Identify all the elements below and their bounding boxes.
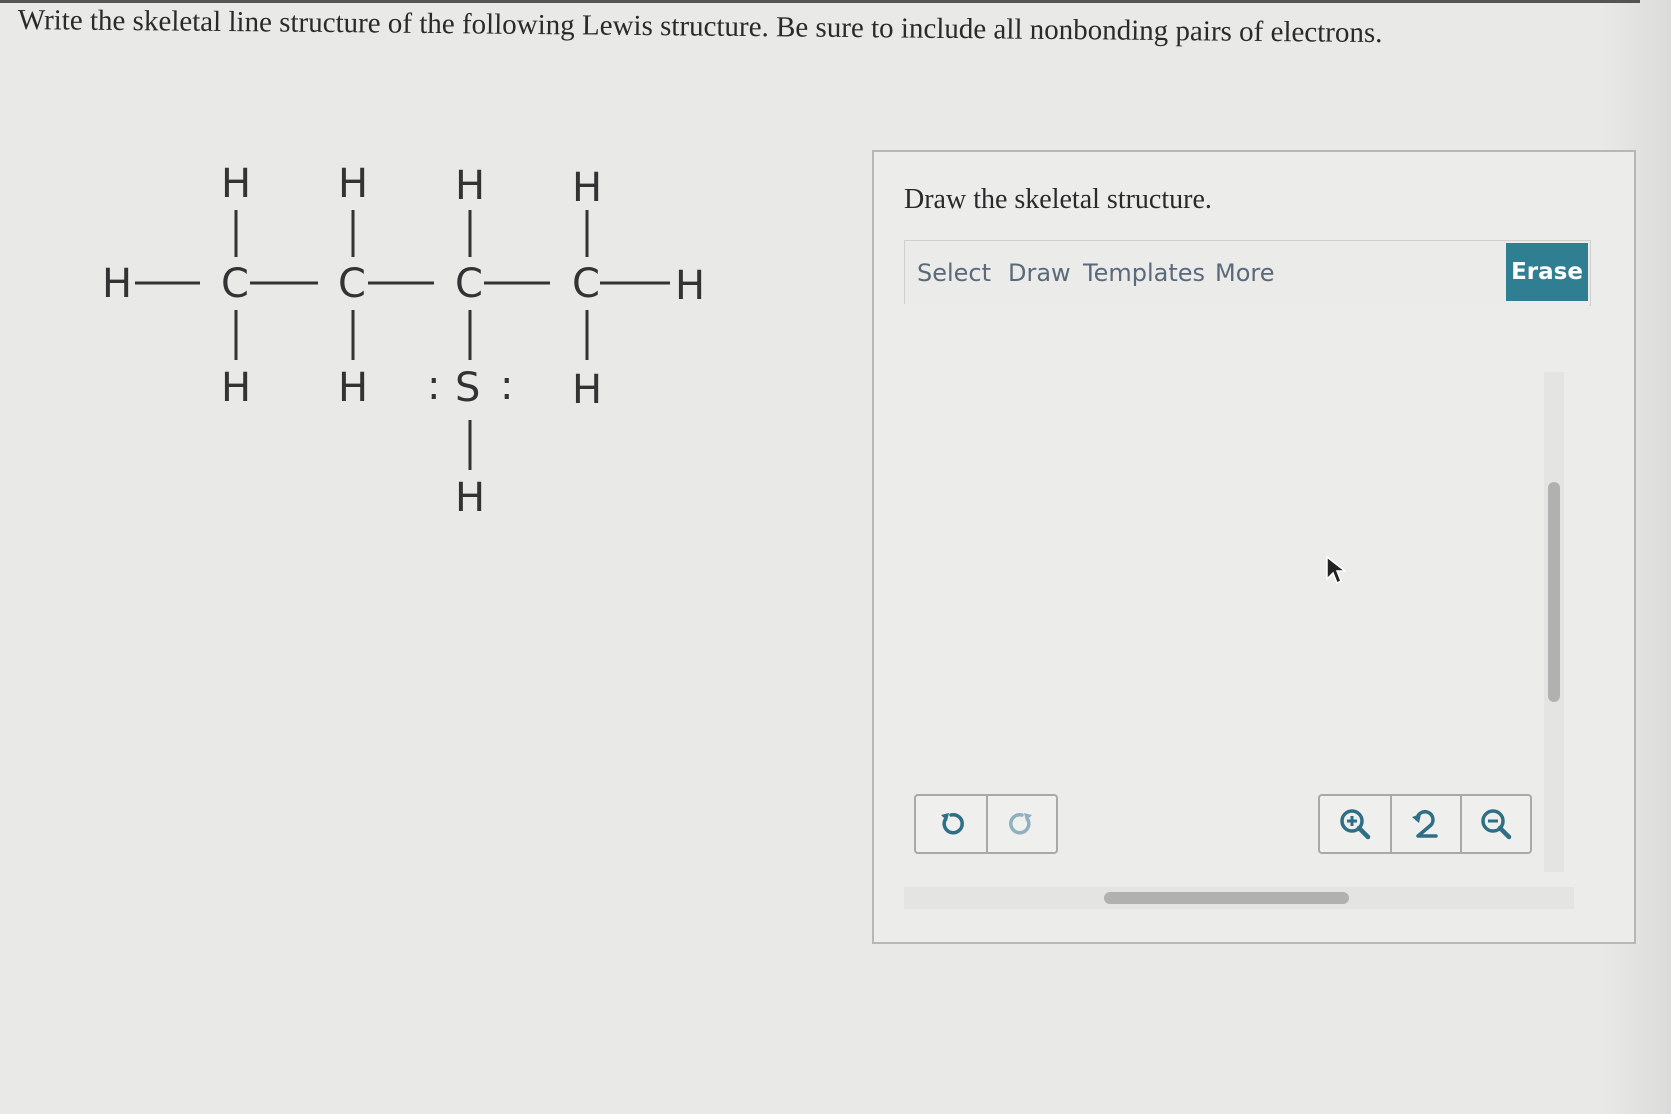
zoom-in-button[interactable]	[1320, 796, 1390, 852]
history-controls	[914, 794, 1058, 854]
lone-pair-left: :	[427, 363, 440, 409]
templates-tool[interactable]: Templates	[1083, 259, 1205, 287]
atom-h-bottom-2: H	[338, 365, 368, 411]
vertical-scrollbar[interactable]	[1544, 372, 1564, 872]
zoom-in-icon	[1340, 809, 1371, 840]
redo-icon	[1009, 812, 1032, 835]
atom-s: S	[455, 365, 480, 411]
drawing-toolbar: Select Draw Templates More Erase	[904, 240, 1591, 306]
more-tool[interactable]: More	[1215, 259, 1275, 287]
atom-c-2: C	[338, 261, 366, 307]
drawing-canvas[interactable]	[904, 304, 1589, 854]
atom-h-left: H	[102, 261, 132, 307]
erase-button[interactable]: Erase	[1506, 243, 1588, 301]
horizontal-scrollbar[interactable]	[904, 887, 1574, 909]
vertical-scroll-thumb[interactable]	[1548, 482, 1560, 702]
top-divider	[0, 0, 1640, 3]
atom-h-top-4: H	[572, 165, 602, 211]
atom-c-1: C	[221, 261, 249, 307]
mouse-pointer-icon	[1325, 555, 1348, 589]
atom-h-top-2: H	[338, 161, 368, 207]
horizontal-scroll-thumb[interactable]	[1104, 892, 1349, 904]
atom-h-sulfur: H	[455, 475, 485, 521]
atom-h-bottom-4: H	[572, 367, 602, 413]
zoom-reset-icon	[1412, 810, 1438, 838]
zoom-controls	[1318, 794, 1532, 854]
atom-h-top-3: H	[455, 163, 485, 209]
atom-h-right: H	[675, 263, 705, 309]
zoom-out-icon	[1481, 809, 1512, 840]
atom-c-3: C	[455, 261, 483, 307]
zoom-reset-button[interactable]	[1390, 796, 1460, 852]
atom-h-bottom-1: H	[221, 365, 251, 411]
undo-button[interactable]	[916, 796, 986, 852]
lewis-structure: H H H H H H C C C C H H H : S : H	[90, 135, 730, 535]
undo-icon	[941, 812, 964, 835]
redo-button[interactable]	[986, 796, 1056, 852]
select-tool[interactable]: Select	[917, 259, 991, 287]
atom-h-top-1: H	[221, 161, 251, 207]
answer-panel: Draw the skeletal structure. Select Draw…	[872, 150, 1636, 944]
zoom-out-button[interactable]	[1460, 796, 1530, 852]
draw-tool[interactable]: Draw	[1008, 259, 1071, 287]
question-text: Write the skeletal line structure of the…	[17, 4, 1383, 50]
lone-pair-right: :	[500, 363, 513, 409]
atom-c-4: C	[572, 261, 600, 307]
panel-title: Draw the skeletal structure.	[904, 184, 1212, 215]
